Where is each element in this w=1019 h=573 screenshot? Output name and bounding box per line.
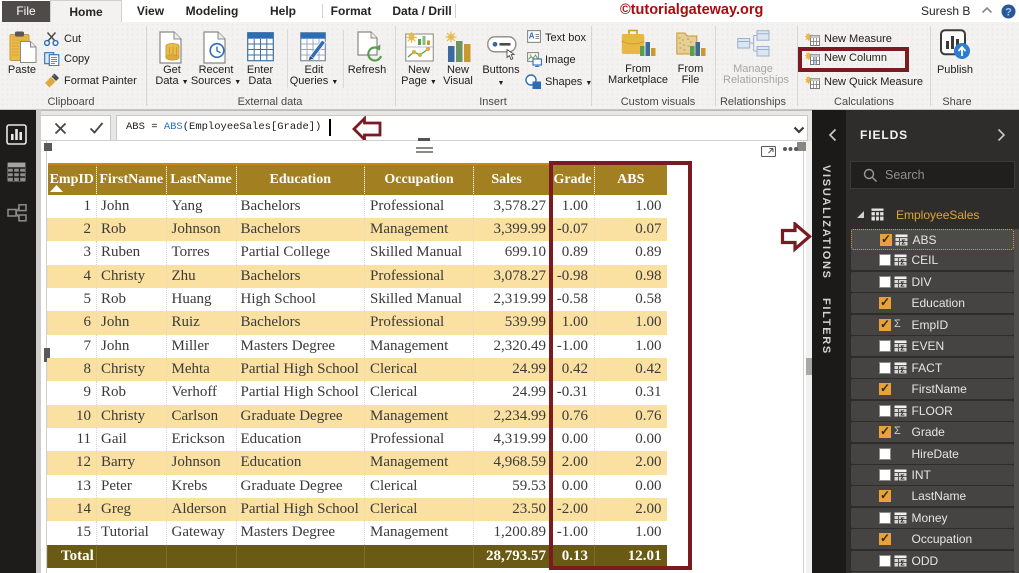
svg-text:?: ?: [1005, 7, 1012, 19]
svg-text:Σ: Σ: [900, 517, 904, 524]
svg-text:Σ: Σ: [900, 346, 904, 353]
svg-text:Σ: Σ: [900, 410, 904, 417]
svg-text:Σ: Σ: [900, 281, 904, 288]
svg-text:Σ: Σ: [900, 260, 904, 267]
svg-text:Σ: Σ: [900, 560, 904, 567]
svg-text:Σ: Σ: [901, 240, 905, 247]
svg-text:A: A: [529, 32, 535, 41]
svg-text:Σ: Σ: [900, 367, 904, 374]
svg-text:Σ: Σ: [900, 474, 904, 481]
